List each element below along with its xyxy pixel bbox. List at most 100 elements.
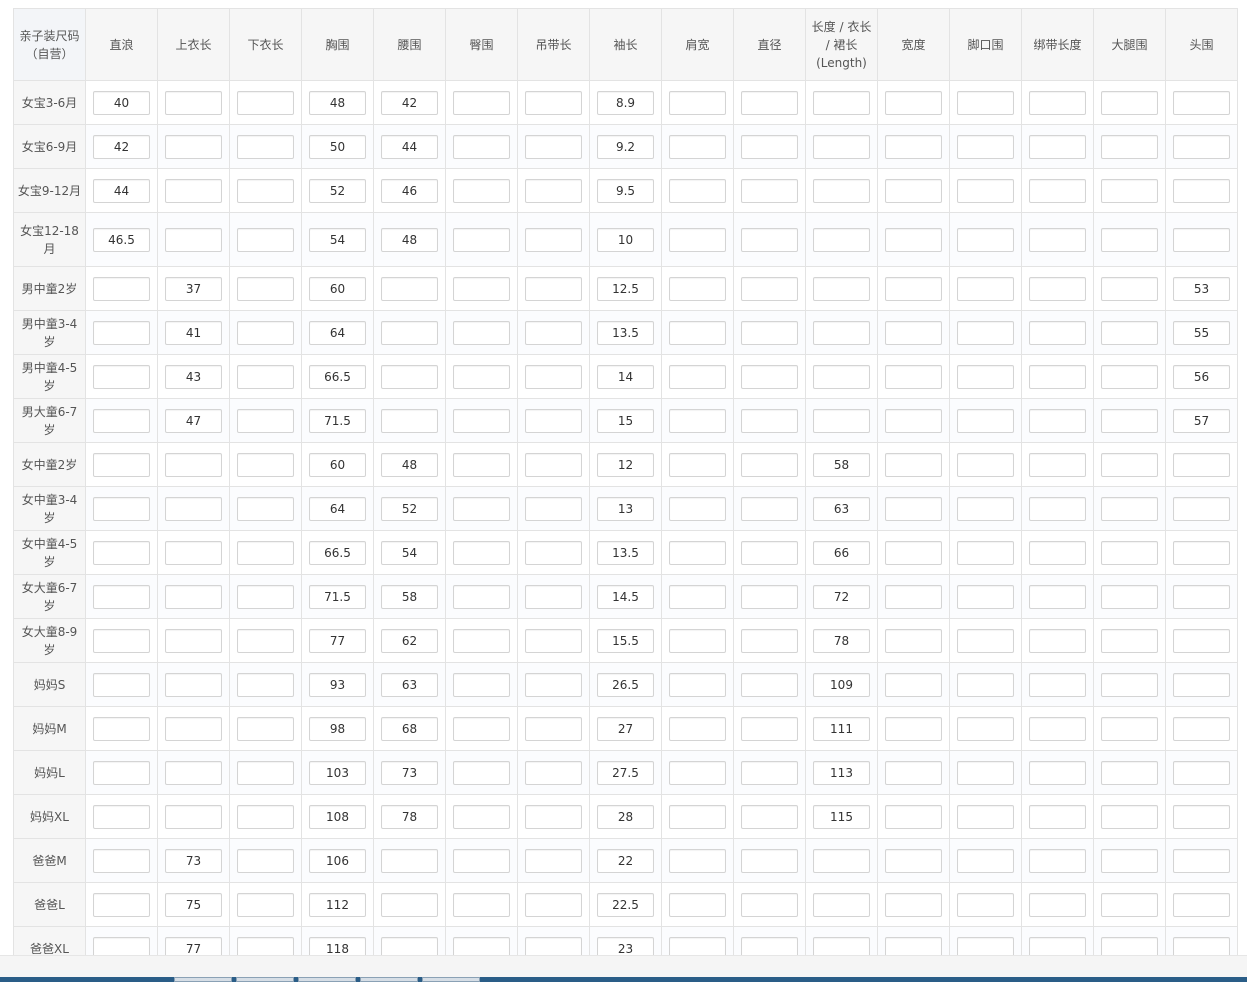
measurement-input[interactable] [453,892,510,917]
measurement-input[interactable] [453,276,510,301]
measurement-input[interactable] [669,760,726,785]
measurement-input[interactable] [957,760,1014,785]
measurement-input[interactable]: 13 [597,496,654,521]
measurement-input[interactable] [1029,408,1086,433]
measurement-input[interactable]: 9.2 [597,134,654,159]
measurement-input[interactable]: 55 [1173,320,1230,345]
measurement-input[interactable] [1029,320,1086,345]
measurement-input[interactable]: 112 [309,892,366,917]
measurement-input[interactable] [525,364,582,389]
measurement-input[interactable] [453,90,510,115]
measurement-input[interactable] [1029,760,1086,785]
measurement-input[interactable] [453,540,510,565]
measurement-input[interactable] [957,90,1014,115]
measurement-input[interactable] [381,936,438,955]
measurement-input[interactable]: 111 [813,716,870,741]
measurement-input[interactable] [453,134,510,159]
measurement-input[interactable] [669,628,726,653]
measurement-input[interactable]: 13.5 [597,540,654,565]
measurement-input[interactable] [885,936,942,955]
measurement-input[interactable] [669,408,726,433]
measurement-input[interactable] [1101,227,1158,252]
measurement-input[interactable] [1173,936,1230,955]
taskbar-tab[interactable] [422,977,480,982]
measurement-input[interactable]: 44 [381,134,438,159]
measurement-input[interactable]: 41 [165,320,222,345]
measurement-input[interactable] [453,496,510,521]
measurement-input[interactable] [885,134,942,159]
measurement-input[interactable]: 15.5 [597,628,654,653]
measurement-input[interactable] [1029,848,1086,873]
measurement-input[interactable]: 46.5 [93,227,150,252]
measurement-input[interactable] [525,672,582,697]
measurement-input[interactable] [813,408,870,433]
measurement-input[interactable] [885,892,942,917]
measurement-input[interactable] [165,178,222,203]
measurement-input[interactable] [165,227,222,252]
measurement-input[interactable] [1101,760,1158,785]
measurement-input[interactable]: 37 [165,276,222,301]
measurement-input[interactable] [669,936,726,955]
measurement-input[interactable]: 78 [813,628,870,653]
measurement-input[interactable] [1101,584,1158,609]
measurement-input[interactable]: 13.5 [597,320,654,345]
measurement-input[interactable]: 22 [597,848,654,873]
measurement-input[interactable] [669,276,726,301]
measurement-input[interactable] [237,276,294,301]
taskbar-tab[interactable] [360,977,418,982]
measurement-input[interactable]: 62 [381,628,438,653]
measurement-input[interactable]: 48 [381,227,438,252]
measurement-input[interactable] [741,672,798,697]
measurement-input[interactable] [237,848,294,873]
measurement-input[interactable]: 27 [597,716,654,741]
measurement-input[interactable] [741,936,798,955]
measurement-input[interactable]: 60 [309,276,366,301]
measurement-input[interactable] [885,760,942,785]
measurement-input[interactable]: 78 [381,804,438,829]
measurement-input[interactable] [957,936,1014,955]
measurement-input[interactable] [1029,227,1086,252]
measurement-input[interactable] [1101,848,1158,873]
measurement-input[interactable] [525,178,582,203]
measurement-input[interactable] [1173,178,1230,203]
measurement-input[interactable] [525,848,582,873]
measurement-input[interactable] [165,452,222,477]
measurement-input[interactable] [525,452,582,477]
measurement-input[interactable] [957,628,1014,653]
measurement-input[interactable]: 22.5 [597,892,654,917]
measurement-input[interactable] [1173,134,1230,159]
measurement-input[interactable]: 108 [309,804,366,829]
measurement-input[interactable] [1101,936,1158,955]
measurement-input[interactable] [165,760,222,785]
measurement-input[interactable] [453,628,510,653]
measurement-input[interactable] [381,320,438,345]
measurement-input[interactable] [525,804,582,829]
measurement-input[interactable]: 115 [813,804,870,829]
measurement-input[interactable] [1029,540,1086,565]
measurement-input[interactable]: 54 [381,540,438,565]
measurement-input[interactable]: 58 [381,584,438,609]
measurement-input[interactable] [237,227,294,252]
measurement-input[interactable] [525,134,582,159]
measurement-input[interactable] [669,496,726,521]
measurement-input[interactable] [525,496,582,521]
measurement-input[interactable] [885,716,942,741]
measurement-input[interactable] [957,496,1014,521]
measurement-input[interactable]: 118 [309,936,366,955]
measurement-input[interactable]: 77 [309,628,366,653]
measurement-input[interactable] [525,936,582,955]
measurement-input[interactable] [453,804,510,829]
measurement-input[interactable] [237,178,294,203]
measurement-input[interactable]: 66.5 [309,540,366,565]
measurement-input[interactable]: 73 [165,848,222,873]
measurement-input[interactable]: 8.9 [597,90,654,115]
measurement-input[interactable]: 106 [309,848,366,873]
measurement-input[interactable] [93,892,150,917]
measurement-input[interactable] [885,178,942,203]
measurement-input[interactable] [453,452,510,477]
measurement-input[interactable] [525,320,582,345]
measurement-input[interactable] [165,628,222,653]
measurement-input[interactable] [669,364,726,389]
measurement-input[interactable] [1173,804,1230,829]
measurement-input[interactable] [165,90,222,115]
